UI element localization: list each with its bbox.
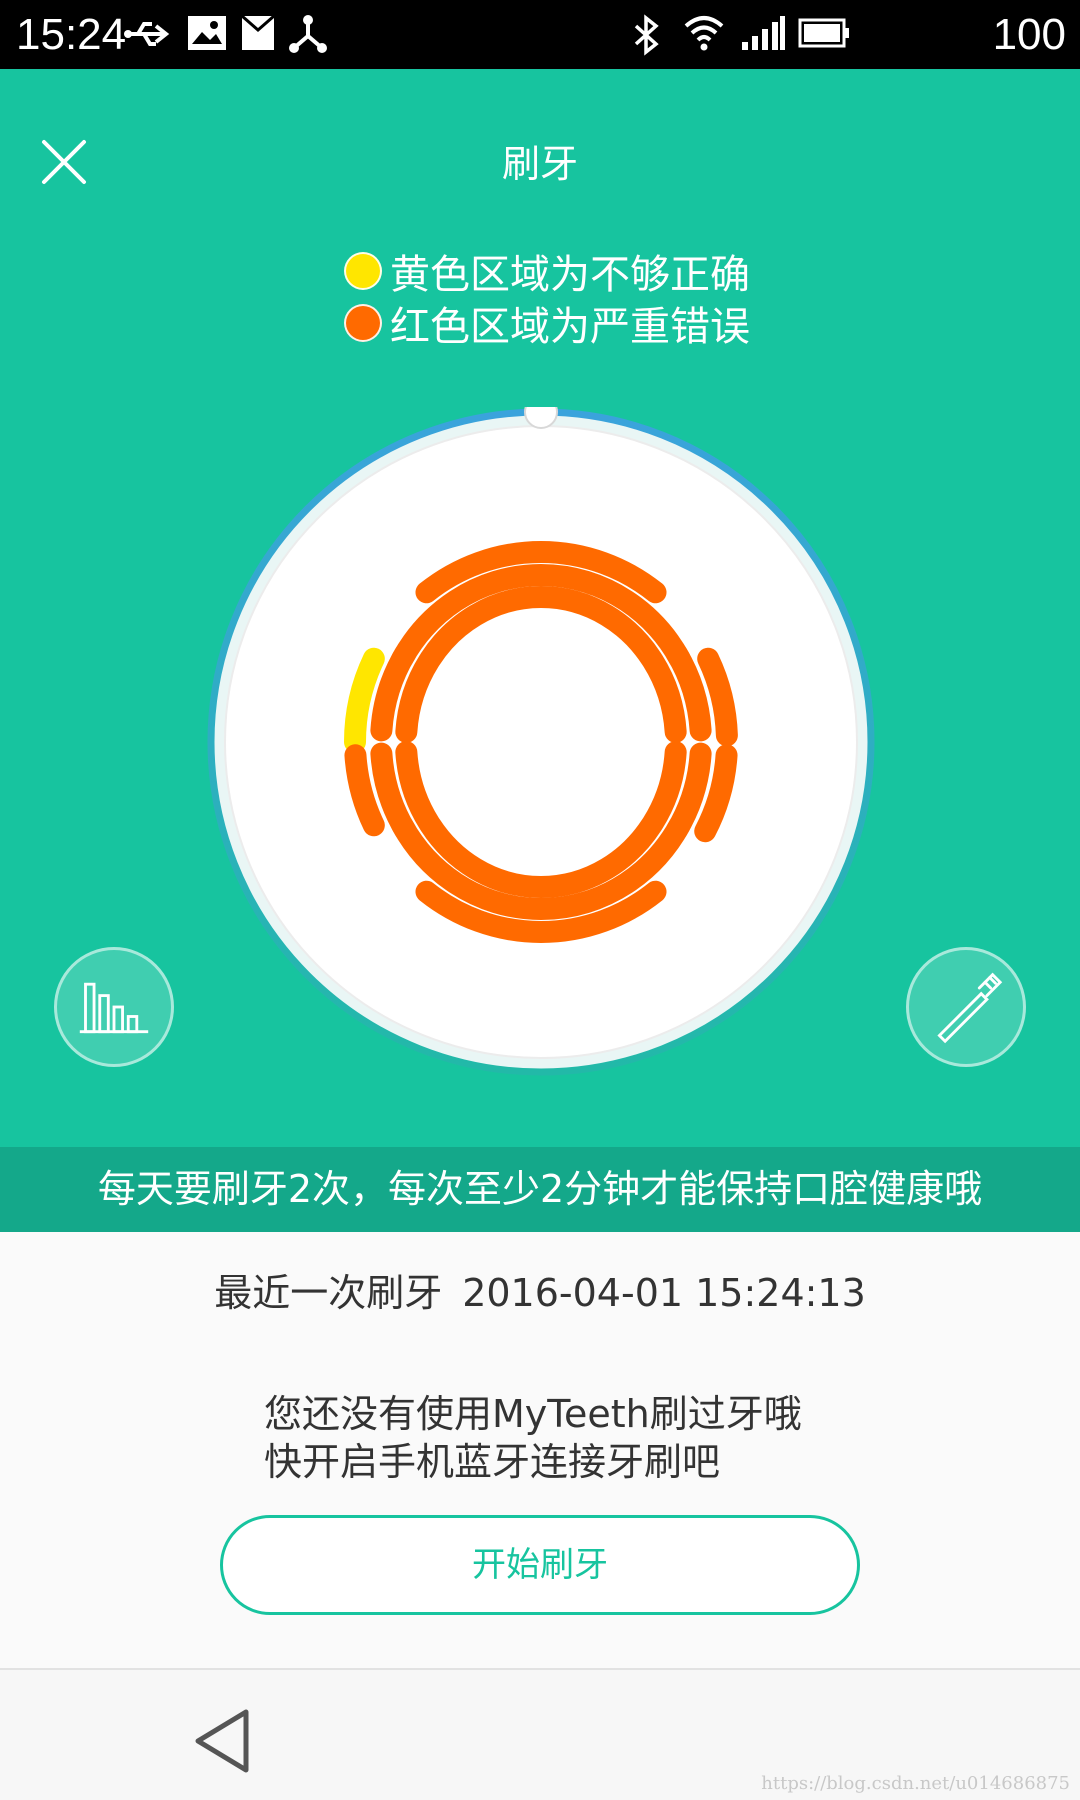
- teeth-map: [207, 407, 875, 1076]
- toothbrush-icon: [937, 972, 1003, 1044]
- battery-level: 100: [992, 10, 1066, 59]
- teeth-map-face: [224, 425, 858, 1059]
- legend-item-warning: 黄色区域为不够正确: [344, 245, 750, 298]
- last-brush-timestamp: 2016-04-01 15:24:13: [462, 1271, 866, 1315]
- image-icon: [188, 16, 226, 50]
- legend: 黄色区域为不够正确 红色区域为严重错误: [344, 245, 750, 350]
- notification-icon: [241, 14, 275, 50]
- wifi-icon: [684, 16, 724, 51]
- status-time: 15:24: [16, 10, 127, 59]
- bar-chart-icon: [79, 982, 149, 1034]
- signal-icon: [742, 16, 785, 50]
- page-title: 刷牙: [501, 142, 578, 186]
- toothbrush-button[interactable]: [906, 947, 1026, 1067]
- watermark: https://blog.csdn.net/u014686875: [761, 1773, 1070, 1794]
- bluetooth-icon: [634, 14, 659, 56]
- legend-item-error: 红色区域为严重错误: [344, 297, 750, 350]
- status-bar: 15:24 100: [0, 0, 1080, 69]
- stats-button[interactable]: [54, 947, 174, 1067]
- tip-banner: 每天要刷牙2次，每次至少2分钟才能保持口腔健康哦: [0, 1147, 1080, 1232]
- legend-label-error: 红色区域为严重错误: [390, 304, 750, 350]
- notice-line-2: 快开启手机蓝牙连接牙刷吧: [264, 1440, 721, 1484]
- notice-line-1: 您还没有使用MyTeeth刷过牙哦: [264, 1392, 802, 1436]
- last-brush-label: 最近一次刷牙: [214, 1271, 443, 1315]
- legend-label-warning: 黄色区域为不够正确: [390, 252, 750, 298]
- orange-dot-icon: [344, 304, 382, 342]
- connection-notice: 您还没有使用MyTeeth刷过牙哦 快开启手机蓝牙连接牙刷吧: [264, 1390, 802, 1486]
- yellow-dot-icon: [344, 252, 382, 290]
- battery-icon: [798, 18, 849, 48]
- share-icon: [289, 15, 327, 53]
- back-triangle-icon[interactable]: [190, 1706, 254, 1776]
- usb-icon: [124, 22, 170, 46]
- navigation-bar: https://blog.csdn.net/u014686875: [0, 1668, 1080, 1800]
- last-brush-info: 最近一次刷牙 2016-04-01 15:24:13: [0, 1262, 1080, 1317]
- start-brushing-button[interactable]: 开始刷牙: [220, 1515, 860, 1615]
- brushing-panel: 刷牙 黄色区域为不够正确 红色区域为严重错误: [0, 69, 1080, 1147]
